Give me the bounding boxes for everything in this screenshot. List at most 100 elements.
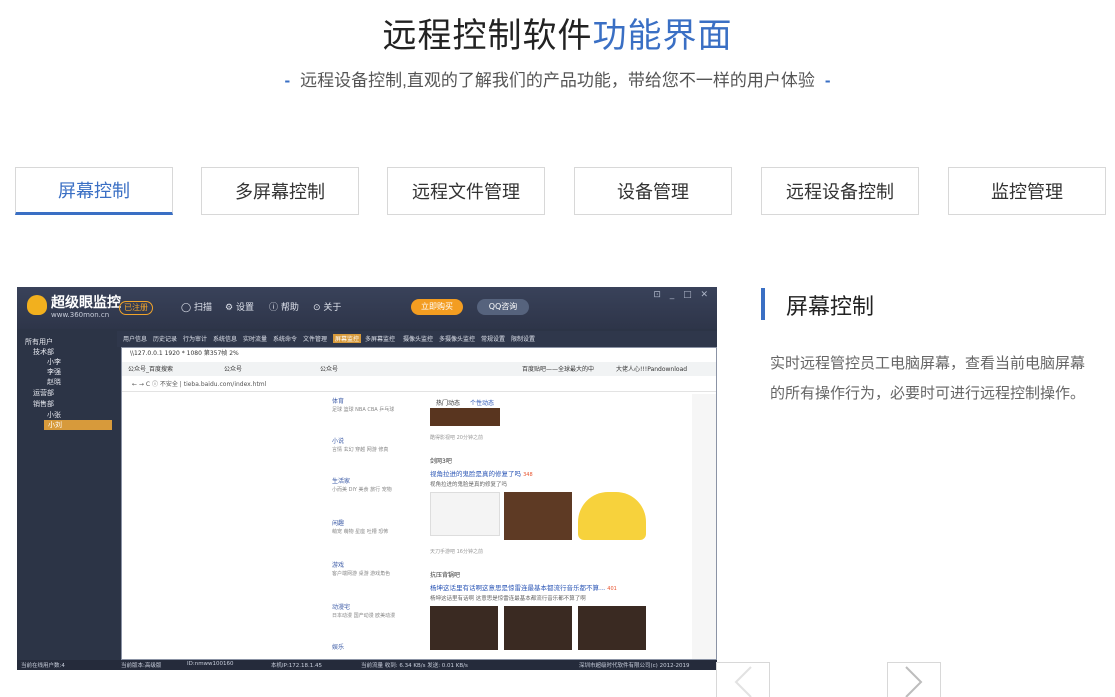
- post-image: [430, 408, 500, 426]
- feature-tabs: 屏幕控制 多屏幕控制 远程文件管理 设备管理 远程设备控制 监控管理: [15, 167, 1107, 215]
- feed-post-title: 杨坤这话里有话啊这意思是惊雷连最基本都流行音乐都不算... 401: [430, 582, 617, 592]
- menu-sub: 言情 玄幻 穿越 网游 修真: [332, 447, 389, 453]
- title-main: 远程控制软件: [382, 17, 593, 55]
- nav-item: 行为审计: [183, 336, 208, 343]
- status-version: 当前版本:高级版: [121, 663, 162, 669]
- app-brand-url: www.360mon.cn: [51, 311, 110, 319]
- user-tree: 所有用户 技术部 小李 李强 赵晓 运营部 销售部 小张 小刘: [17, 329, 114, 659]
- status-traffic: 当前流量 收到: 6.34 KB/s 发送: 0.01 KB/s: [361, 663, 468, 669]
- page-title: 远程控制软件功能界面: [0, 8, 1115, 57]
- help-menu: ⓘ 帮助: [269, 303, 299, 313]
- feature-title: 屏幕控制: [786, 294, 875, 319]
- tree-item: 技术部: [33, 348, 54, 356]
- post-count: 348: [523, 472, 533, 478]
- remote-window-title: \\127.0.0.1 1920 * 1080 第357帧 2%: [122, 348, 716, 360]
- tab-monitor-management[interactable]: 监控管理: [948, 167, 1106, 215]
- nav-item: 常规设置: [481, 336, 506, 343]
- nav-item: 历史记录: [153, 336, 178, 343]
- post-title-text: 杨坤这话里有话啊这意思是惊雷连最基本都流行音乐都不算...: [430, 584, 606, 592]
- product-screenshot: 超级眼监控 www.360mon.cn 已注册 ◯ 扫描 ⚙ 设置 ⓘ 帮助 ⊙…: [17, 287, 717, 670]
- page-subtitle: - 远程设备控制,直观的了解我们的产品功能，带给您不一样的用户体验 -: [0, 66, 1115, 91]
- feed-tab: 热门动态: [436, 400, 461, 407]
- feed-meta: 酷得影视吧 20分钟之前: [430, 435, 483, 441]
- nav-item-active: 屏幕监控: [333, 334, 362, 343]
- menu-head: 体育: [332, 398, 345, 405]
- menu-head: 娱乐: [332, 644, 345, 651]
- nav-item: 系统命令: [273, 336, 298, 343]
- scan-label: 扫描: [193, 303, 212, 313]
- feed-meta: 天刀手游吧 16分钟之前: [430, 549, 483, 555]
- browser-tab: 大佬人心!!!Pandownload: [616, 366, 688, 373]
- buy-button: 立即购买: [411, 299, 463, 315]
- status-online: 当前在线用户数:4: [21, 663, 65, 669]
- register-badge: 已注册: [119, 301, 153, 315]
- title-accent: 功能界面: [592, 17, 733, 55]
- menu-sub: 小而美 DIY 美食 旅行 宠物: [332, 487, 392, 493]
- section-accent-bar: [761, 288, 765, 320]
- app-logo-icon: [27, 295, 47, 315]
- nav-item: 实时流量: [243, 336, 268, 343]
- app-statusbar: 当前在线用户数:4 当前版本:高级版 ID:nmww100160 本机IP:17…: [17, 660, 717, 670]
- app-brand: 超级眼监控: [51, 295, 121, 311]
- qq-button: QQ咨询: [477, 299, 529, 315]
- tree-item: 小李: [47, 358, 61, 366]
- nav-item: 用户信息: [123, 336, 148, 343]
- menu-head: 动漫宅: [332, 604, 351, 611]
- scan-menu: ◯ 扫描: [181, 303, 212, 313]
- menu-head: 生活家: [332, 478, 351, 485]
- menu-sub: 萌宠 萌物 星座 吐槽 恐怖: [332, 529, 389, 535]
- browser-tab: 公众号: [320, 366, 339, 373]
- tab-remote-file-management[interactable]: 远程文件管理: [387, 167, 545, 215]
- status-id: ID:nmww100160: [187, 661, 234, 667]
- help-label: 帮助: [280, 303, 299, 313]
- nav-item: 摄像头监控: [403, 336, 434, 343]
- browser-tab: 公众号: [224, 366, 243, 373]
- app-nav: 用户信息 历史记录 行为审计 系统信息 实时流量 系统命令 文件管理 屏幕监控 …: [117, 331, 717, 347]
- menu-head: 小说: [332, 438, 345, 445]
- tab-multi-screen-control[interactable]: 多屏幕控制: [201, 167, 359, 215]
- tree-item: 赵晓: [47, 378, 61, 386]
- feed-group: 抗压背锅吧: [430, 572, 461, 579]
- status-company: 深圳市超级时代软件有限公司(c) 2012-2019: [579, 663, 690, 669]
- browser-tabs: 公众号_百度搜索 公众号 公众号 百度贴吧——全球最大的中 大佬人心!!!Pan…: [122, 362, 716, 376]
- tieba-feed: 热门动态 个性动态 酷得影视吧 20分钟之前 剑网3吧 视角拉进的鬼脸是真的修复…: [428, 394, 690, 654]
- post-image: [578, 492, 646, 540]
- nav-item: 系统信息: [213, 336, 238, 343]
- browser-tab: 百度贴吧——全球最大的中: [522, 366, 595, 373]
- subtitle-text: 远程设备控制,直观的了解我们的产品功能，带给您不一样的用户体验: [300, 71, 815, 90]
- tree-item: 销售部: [33, 400, 54, 408]
- feed-post-desc: 杨坤这话里有话啊 这意思是惊雷连最基本都流行音乐都不算了啊: [430, 596, 586, 602]
- post-image: [578, 606, 646, 650]
- window-controls: ⊡ _ □ ✕: [653, 290, 711, 300]
- next-button[interactable]: [887, 662, 941, 697]
- post-image: [504, 606, 572, 650]
- post-image: [504, 492, 572, 540]
- browser-address-bar: ← → C ⓘ 不安全 | tieba.baidu.com/index.html: [122, 378, 716, 392]
- tree-item: 运营部: [33, 389, 54, 397]
- nav-item: 多屏幕监控: [365, 336, 396, 343]
- feed-tab-active: 个性动态: [470, 400, 495, 407]
- menu-head: 闲趣: [332, 520, 345, 527]
- tree-item: 所有用户: [25, 338, 53, 346]
- menu-sub: 日本动漫 国产动漫 欧美动漫: [332, 613, 396, 619]
- tree-item: 李强: [47, 368, 61, 376]
- page-right-strip: [692, 394, 716, 659]
- settings-label: 设置: [235, 303, 254, 313]
- tab-screen-control[interactable]: 屏幕控制: [15, 167, 173, 215]
- post-count: 401: [607, 586, 617, 592]
- post-image: [430, 606, 498, 650]
- tab-device-management[interactable]: 设备管理: [574, 167, 732, 215]
- feed-group: 剑网3吧: [430, 458, 452, 465]
- feed-post-title: 视角拉进的鬼脸是真的修复了吗 348: [430, 468, 533, 478]
- about-menu: ⊙ 关于: [313, 303, 342, 313]
- nav-item: 文件管理: [303, 336, 328, 343]
- feature-description: 实时远程管控员工电脑屏幕，查看当前电脑屏幕的所有操作行为，必要时可进行远程控制操…: [770, 355, 1086, 402]
- subtitle-dash-right: -: [824, 71, 831, 90]
- subtitle-dash-left: -: [284, 71, 291, 90]
- tab-remote-device-control[interactable]: 远程设备控制: [761, 167, 919, 215]
- post-title-text: 视角拉进的鬼脸是真的修复了吗: [430, 470, 521, 478]
- chevron-left-icon: [734, 666, 752, 697]
- remote-browser-window: \\127.0.0.1 1920 * 1080 第357帧 2% 公众号_百度搜…: [121, 347, 717, 660]
- prev-button[interactable]: [716, 662, 770, 697]
- tree-item: 小张: [47, 411, 61, 419]
